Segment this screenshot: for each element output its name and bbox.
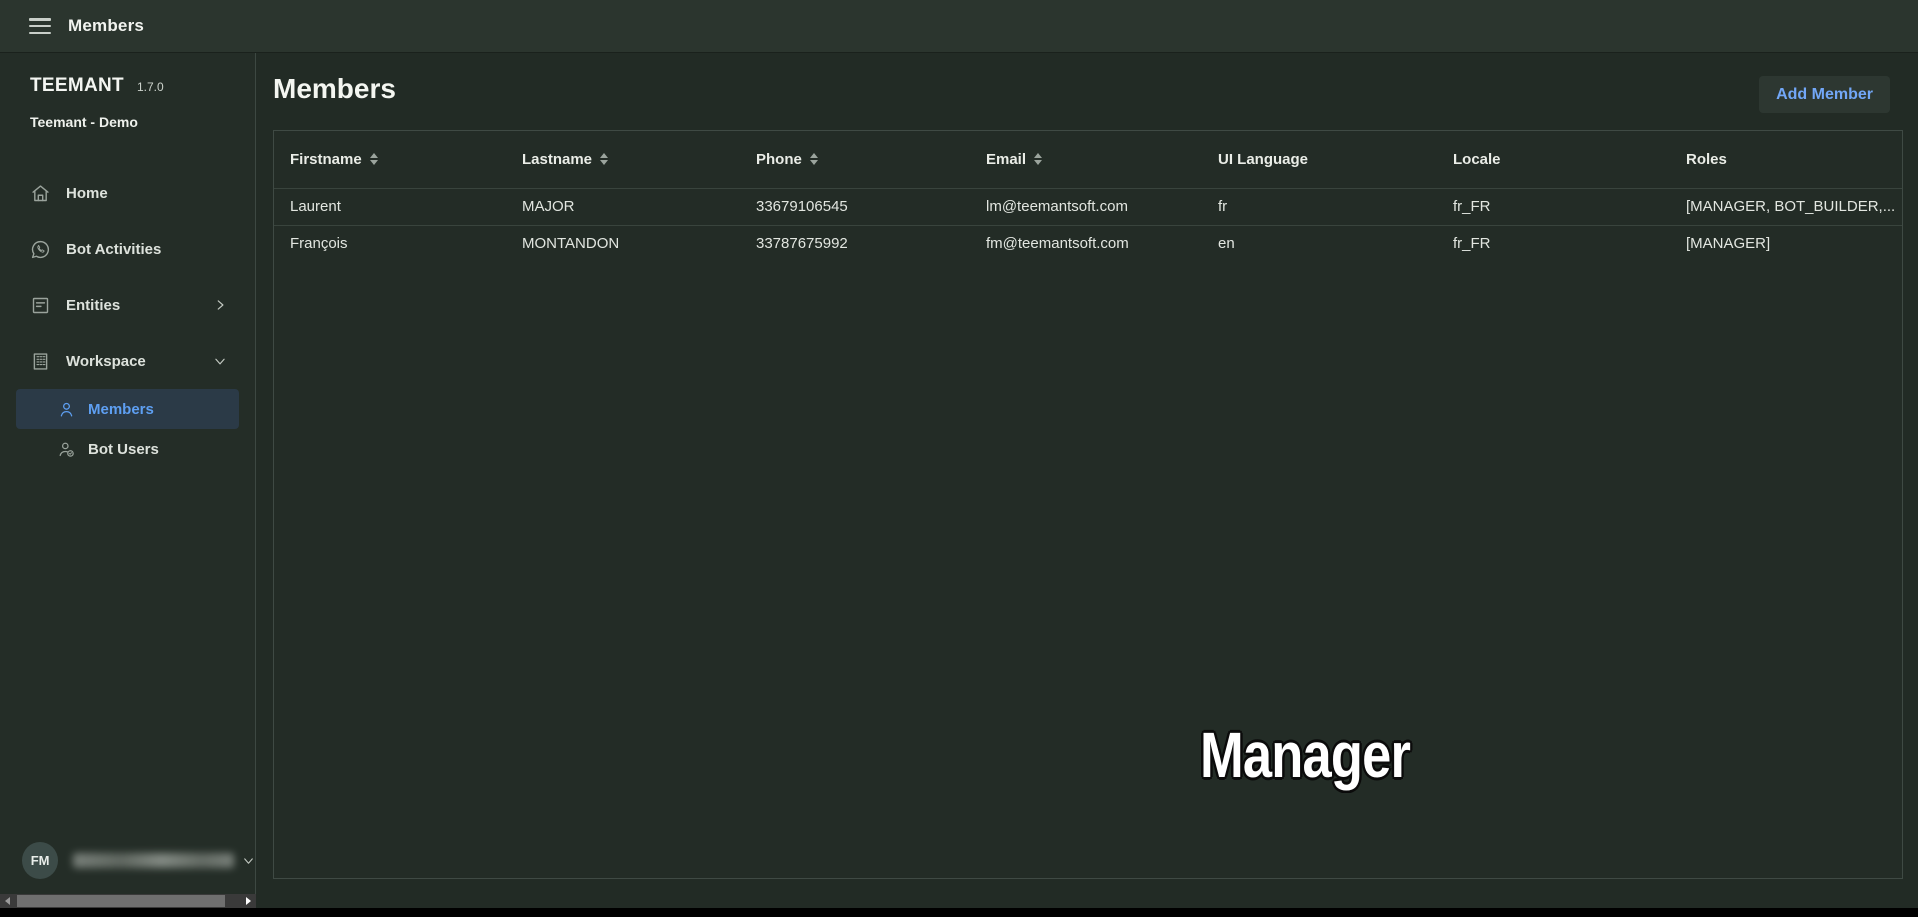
user-menu-chevron-icon[interactable]	[242, 854, 255, 867]
user-account-row[interactable]: FM	[0, 838, 255, 882]
cell-lastname: MAJOR	[506, 187, 740, 225]
column-label: UI Language	[1218, 150, 1309, 168]
avatar-initials: FM	[30, 852, 50, 868]
user-name-redacted	[73, 852, 234, 868]
column-label: Locale	[1453, 150, 1501, 168]
cell-phone: 33787675992	[740, 224, 970, 262]
cell-firstname: Laurent	[274, 187, 506, 225]
cell-roles: [MANAGER]	[1670, 224, 1902, 262]
column-header-ui-language[interactable]: UI Language	[1202, 131, 1437, 188]
members-table-card: Firstname Lastname Phone Email UI Langua…	[273, 130, 1903, 879]
cell-phone: 33679106545	[740, 187, 970, 225]
column-header-phone[interactable]: Phone	[740, 131, 970, 188]
main-content: Members Add Member Firstname Lastname Ph…	[257, 53, 1918, 894]
sidebar-item-bot-activities[interactable]: Bot Activities	[0, 221, 255, 277]
hamburger-menu-icon[interactable]	[29, 18, 51, 34]
add-member-button[interactable]: Add Member	[1759, 76, 1890, 113]
sidebar-item-label: Members	[88, 400, 154, 418]
cell-roles: [MANAGER, BOT_BUILDER,...	[1670, 187, 1902, 225]
table-row[interactable]: François MONTANDON 33787675992 fm@teeman…	[274, 224, 1902, 262]
sidebar-item-label: Workspace	[66, 352, 146, 370]
sidebar-nav: Home Bot Activities Entities Workspace M…	[0, 165, 255, 469]
cell-email: fm@teemantsoft.com	[970, 224, 1202, 262]
sidebar-item-home[interactable]: Home	[0, 165, 255, 221]
cell-ui-language: en	[1202, 224, 1437, 262]
sidebar-item-label: Home	[66, 184, 108, 202]
avatar[interactable]: FM	[22, 841, 59, 879]
sidebar: TEEMANT 1.7.0 Teemant - Demo Home Bot Ac…	[0, 53, 256, 894]
sidebar-item-entities[interactable]: Entities	[0, 277, 255, 333]
person-icon	[57, 400, 76, 419]
column-label: Email	[986, 150, 1027, 168]
sort-icon[interactable]	[1034, 153, 1043, 166]
table-row[interactable]: Laurent MAJOR 33679106545 lm@teemantsoft…	[274, 187, 1902, 225]
members-table: Firstname Lastname Phone Email UI Langua…	[274, 131, 1902, 262]
column-label: Firstname	[290, 150, 362, 168]
main-header: Members Add Member	[257, 53, 1918, 130]
sidebar-item-label: Bot Users	[88, 440, 159, 458]
scroll-right-arrow-icon	[246, 897, 251, 905]
cell-locale: fr_FR	[1437, 187, 1670, 225]
building-icon	[30, 351, 51, 372]
app-version: 1.7.0	[136, 80, 164, 94]
column-label: Phone	[756, 150, 802, 168]
column-label: Roles	[1686, 150, 1727, 168]
scroll-right-button[interactable]	[241, 894, 256, 908]
workspace-name: Teemant - Demo	[30, 114, 138, 130]
page-title: Members	[273, 73, 396, 104]
horizontal-scrollbar[interactable]	[0, 894, 256, 908]
topbar-title: Members	[68, 16, 145, 35]
column-header-lastname[interactable]: Lastname	[506, 131, 740, 188]
cell-firstname: François	[274, 224, 506, 262]
scrollbar-track[interactable]	[15, 894, 241, 908]
column-header-roles[interactable]: Roles	[1670, 131, 1902, 188]
document-list-icon	[30, 295, 51, 316]
cell-email: lm@teemantsoft.com	[970, 187, 1202, 225]
column-header-email[interactable]: Email	[970, 131, 1202, 188]
scroll-left-button[interactable]	[0, 894, 15, 908]
sidebar-item-workspace[interactable]: Workspace	[0, 333, 255, 389]
sort-icon[interactable]	[600, 153, 609, 166]
table-header-row: Firstname Lastname Phone Email UI Langua…	[274, 131, 1902, 188]
sort-icon[interactable]	[369, 153, 378, 166]
cell-ui-language: fr	[1202, 187, 1437, 225]
sidebar-item-bot-users[interactable]: Bot Users	[16, 429, 239, 469]
sidebar-item-members[interactable]: Members	[16, 389, 239, 429]
person-check-icon	[57, 440, 76, 459]
scroll-left-arrow-icon	[5, 897, 10, 905]
sidebar-item-label: Entities	[66, 296, 121, 314]
cell-locale: fr_FR	[1437, 224, 1670, 262]
scrollbar-thumb[interactable]	[17, 895, 225, 907]
column-label: Lastname	[522, 150, 593, 168]
brand-name: TEEMANT	[30, 75, 124, 96]
sort-icon[interactable]	[809, 153, 818, 166]
column-header-locale[interactable]: Locale	[1437, 131, 1670, 188]
cell-lastname: MONTANDON	[506, 224, 740, 262]
topbar: Members	[0, 0, 1918, 53]
chat-bubble-icon	[30, 239, 51, 260]
home-icon	[30, 183, 51, 204]
brand-row: TEEMANT 1.7.0	[0, 53, 255, 97]
chevron-right-icon	[213, 298, 227, 312]
column-header-firstname[interactable]: Firstname	[274, 131, 506, 188]
bottom-black-strip	[0, 908, 1918, 917]
sidebar-item-label: Bot Activities	[66, 240, 162, 258]
chevron-down-icon	[213, 354, 227, 368]
